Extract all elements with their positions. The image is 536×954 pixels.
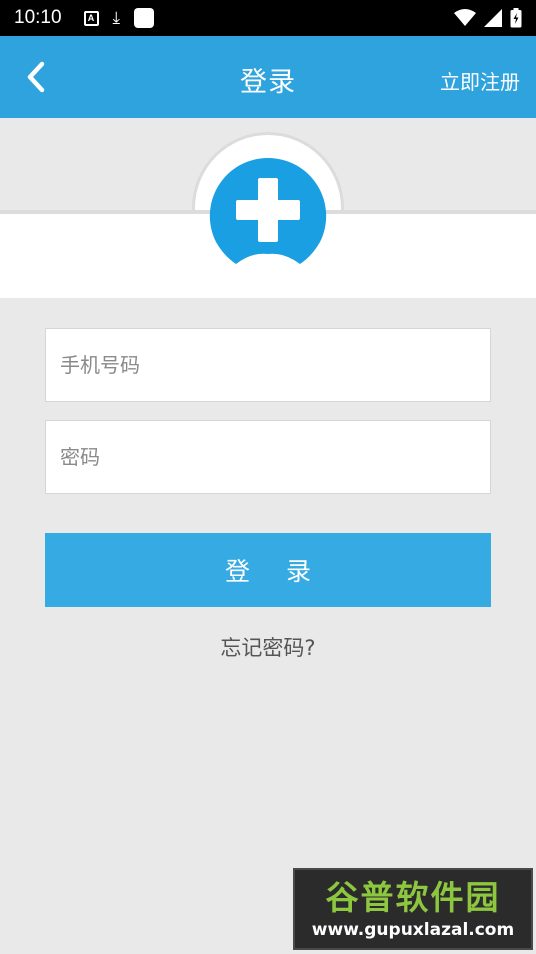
status-bar: 10:10 A ⤓ [0, 0, 536, 36]
signal-icon [484, 9, 502, 27]
watermark-title: 谷普软件园 [325, 878, 501, 917]
login-button[interactable]: 登 录 [45, 533, 491, 607]
password-field[interactable] [45, 420, 491, 494]
battery-icon [510, 8, 522, 28]
medical-cross-logo-icon [209, 157, 327, 264]
app-bar: 登录 立即注册 [0, 36, 536, 118]
register-button[interactable]: 立即注册 [440, 66, 520, 95]
status-icons-left: A ⤓ [83, 7, 155, 28]
a-notification-icon: A [83, 10, 99, 26]
watermark: 谷普软件园 www.gupuxlazal.com [293, 868, 533, 950]
password-input[interactable] [60, 445, 490, 469]
app-icon [134, 8, 155, 28]
watermark-url: www.gupuxlazal.com [311, 920, 515, 940]
status-icons-right [454, 8, 522, 28]
forgot-password-link[interactable]: 忘记密码? [0, 632, 536, 662]
status-time: 10:10 [14, 7, 62, 28]
download-icon: ⤓ [112, 7, 121, 28]
phone-field[interactable] [45, 328, 491, 402]
wifi-icon [454, 9, 476, 26]
phone-input[interactable] [60, 353, 490, 377]
